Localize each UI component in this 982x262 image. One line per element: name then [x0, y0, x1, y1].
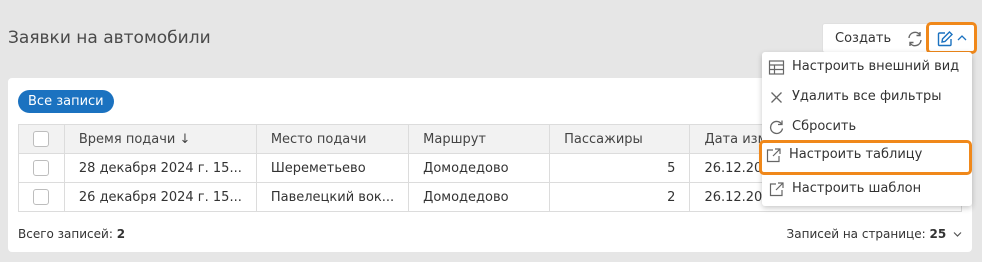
cell-route: Домодедово [408, 182, 551, 212]
cell-time: 26 декабря 2024 г. 15... [63, 182, 257, 212]
menu-item-customize-table[interactable]: Настроить таблицу [759, 140, 972, 175]
external-link-icon [766, 148, 781, 163]
page-title: Заявки на автомобили [8, 28, 211, 48]
row-checkbox[interactable] [33, 189, 49, 205]
page-size-value: 25 [929, 227, 947, 241]
column-header-time[interactable]: Время подачи ↓ [63, 124, 257, 154]
chevron-up-icon [957, 35, 967, 41]
cell-passengers: 2 [549, 182, 691, 212]
create-button[interactable]: Создать [835, 31, 891, 46]
cell-passengers: 5 [549, 153, 691, 183]
edit-icon [937, 31, 953, 47]
page-size-selector[interactable]: Записей на странице: 25 [787, 227, 962, 241]
close-icon [771, 92, 782, 103]
total-records-value: 2 [116, 227, 126, 241]
total-records-label: Всего записей: [18, 227, 117, 241]
total-records: Всего записей: 2 [18, 227, 125, 241]
cell-time: 28 декабря 2024 г. 15... [63, 153, 257, 183]
cell-route: Домодедово [408, 153, 551, 183]
edit-menu-button[interactable] [926, 22, 977, 54]
filter-all-records[interactable]: Все записи [18, 90, 114, 113]
table-layout-icon [768, 60, 785, 75]
column-header-place[interactable]: Место подачи [255, 124, 410, 154]
page-size-label: Записей на странице: [786, 227, 930, 241]
menu-item-clear-filters[interactable]: Удалить все фильтры [762, 82, 972, 112]
select-all-checkbox[interactable] [33, 131, 49, 147]
column-header-route[interactable]: Маршрут [408, 124, 551, 154]
settings-dropdown-menu: Настроить внешний вид Удалить все фильтр… [759, 52, 972, 206]
external-link-icon [769, 182, 784, 197]
row-select-cell [18, 153, 65, 183]
reset-icon [769, 120, 784, 135]
column-header-passengers[interactable]: Пассажиры [549, 124, 691, 154]
cell-place: Павелецкий вок... [255, 182, 410, 212]
menu-item-reset[interactable]: Сбросить [762, 112, 972, 142]
row-select-cell [18, 182, 65, 212]
row-checkbox[interactable] [33, 160, 49, 176]
chevron-down-icon [953, 232, 962, 237]
menu-item-customize-template[interactable]: Настроить шаблон [762, 174, 972, 204]
menu-item-customize-appearance[interactable]: Настроить внешний вид [762, 52, 972, 82]
refresh-icon[interactable] [906, 30, 924, 48]
toolbar: Создать [822, 22, 977, 54]
select-all-cell [18, 124, 65, 154]
cell-place: Шереметьево [255, 153, 410, 183]
